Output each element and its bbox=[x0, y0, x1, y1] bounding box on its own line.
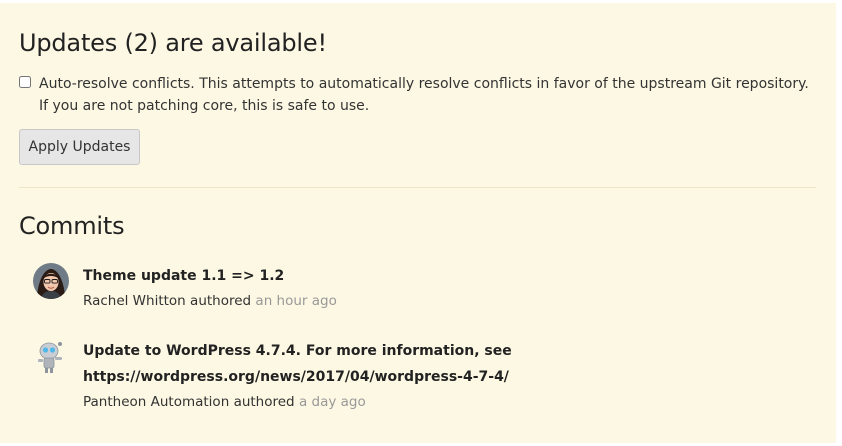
auto-resolve-checkbox[interactable] bbox=[19, 76, 31, 88]
commit-message: Update to WordPress 4.7.4. For more info… bbox=[83, 343, 512, 385]
commit-author: Pantheon Automation bbox=[83, 394, 230, 410]
commit-author: Rachel Whitton bbox=[83, 293, 186, 309]
commit-time: a day ago bbox=[298, 394, 366, 410]
commits-heading: Commits bbox=[19, 212, 125, 240]
commit-authored-word: authored bbox=[233, 394, 295, 410]
commit-meta: Rachel Whitton authored an hour ago bbox=[83, 289, 803, 313]
author-avatar bbox=[33, 263, 69, 299]
apply-updates-button[interactable]: Apply Updates bbox=[19, 129, 140, 165]
updates-heading: Updates (2) are available! bbox=[19, 29, 327, 57]
updates-panel: Updates (2) are available! Auto-resolve … bbox=[0, 3, 836, 443]
robot-avatar bbox=[33, 338, 69, 374]
section-divider bbox=[19, 187, 816, 188]
auto-resolve-option[interactable]: Auto-resolve conflicts. This attempts to… bbox=[19, 73, 819, 117]
commit-authored-word: authored bbox=[190, 293, 252, 309]
auto-resolve-label: Auto-resolve conflicts. This attempts to… bbox=[39, 76, 809, 114]
commit-message: Theme update 1.1 => 1.2 bbox=[83, 268, 285, 284]
commit-time: an hour ago bbox=[255, 293, 337, 309]
commit-meta: Pantheon Automation authored a day ago bbox=[83, 390, 803, 414]
